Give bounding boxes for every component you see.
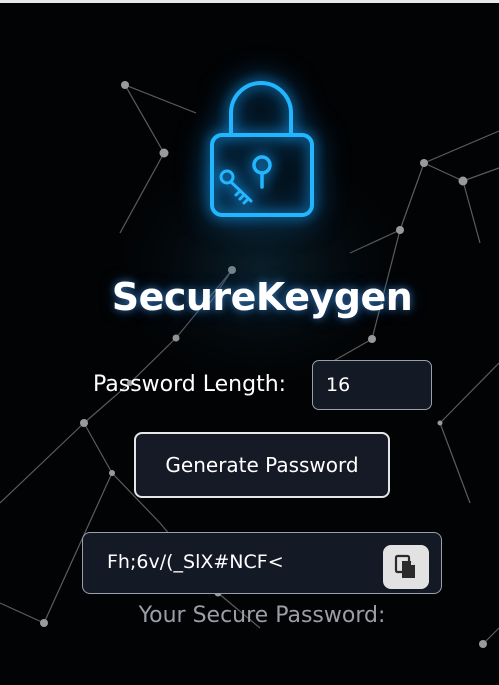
key-icon <box>219 169 253 205</box>
copy-button[interactable] <box>383 545 429 589</box>
generate-password-button[interactable]: Generate Password <box>134 432 390 498</box>
app-window: SecureKeygen Password Length: Generate P… <box>0 0 499 685</box>
generated-password-text: Fh;6v/(_SlX#NCF< <box>107 551 284 573</box>
copy-icon <box>394 554 415 578</box>
app-title: SecureKeygen <box>111 275 413 319</box>
keyhole-icon <box>252 155 272 189</box>
generated-password-field[interactable]: Fh;6v/(_SlX#NCF< <box>82 532 442 594</box>
password-length-label: Password Length: <box>93 372 287 397</box>
password-caption: Your Secure Password: <box>138 603 386 628</box>
password-length-input[interactable] <box>312 360 432 410</box>
lock-icon <box>210 81 314 217</box>
